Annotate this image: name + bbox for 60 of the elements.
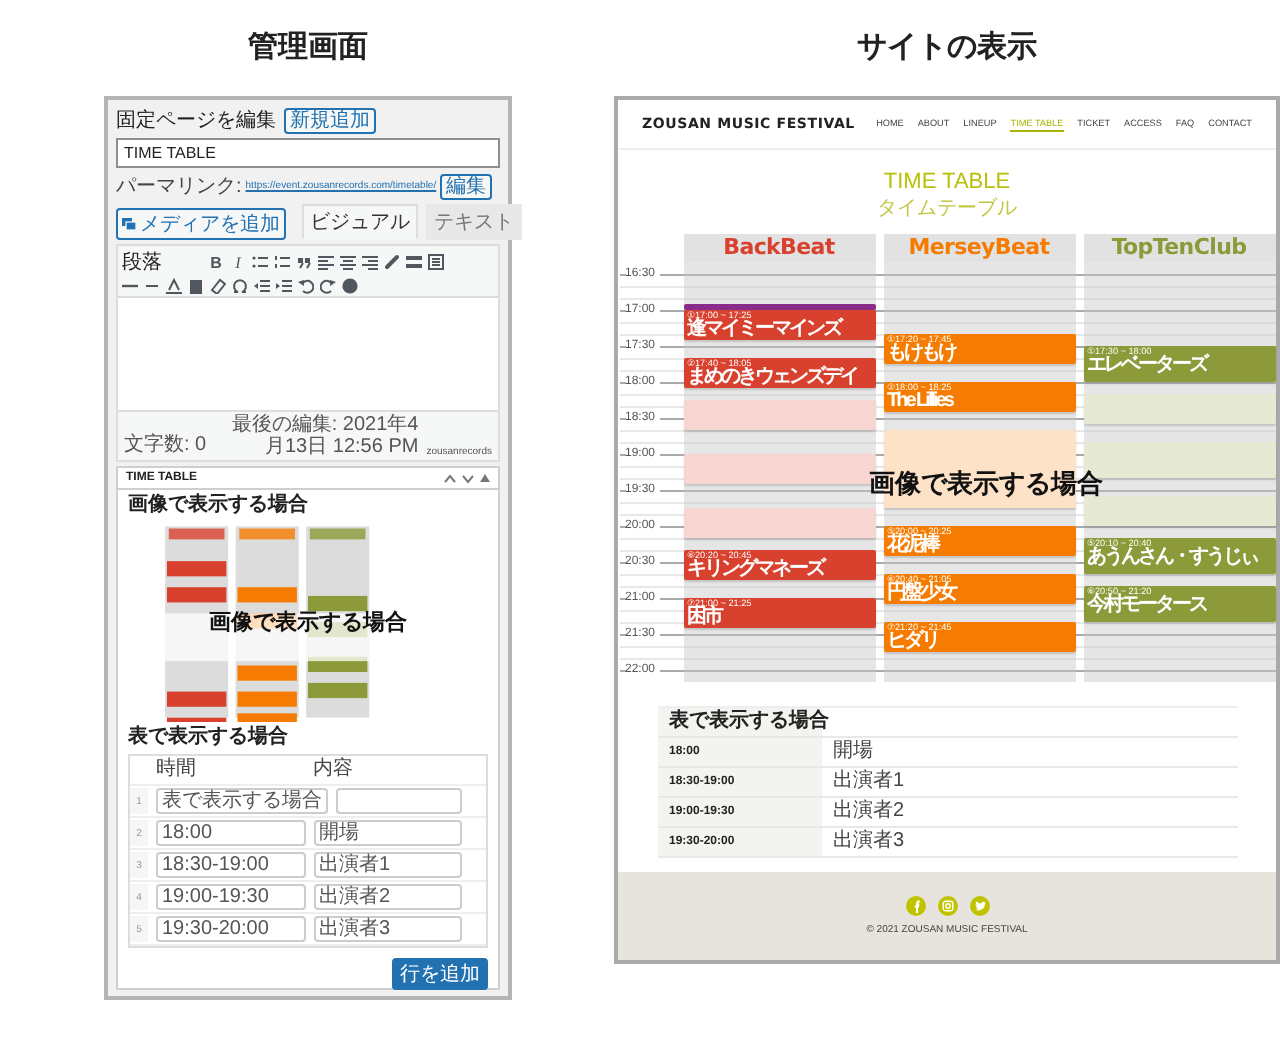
collapse-icon[interactable] xyxy=(480,474,490,482)
quote-icon[interactable] xyxy=(296,254,312,270)
content-field[interactable] xyxy=(336,788,462,814)
content-field[interactable]: 出演者3 xyxy=(313,916,462,942)
text-color-icon[interactable] xyxy=(166,278,182,294)
align-right-icon[interactable] xyxy=(362,254,378,270)
editor-tab[interactable]: ビジュアル xyxy=(302,204,418,240)
redo-icon[interactable] xyxy=(320,278,336,294)
time-field[interactable]: 19:30-20:00 xyxy=(156,916,305,942)
word-count: 文字数: 0 xyxy=(124,431,207,458)
section-subtitle: タイムテーブル xyxy=(875,195,1019,222)
last-edited: 最後の編集: 2021年4月13日 12:56 PM xyxy=(229,414,419,458)
content-cell-text: 出演者2 xyxy=(831,798,907,826)
section-title: TIME TABLE xyxy=(881,170,1013,194)
stage-name: MerseyBeat xyxy=(883,234,1075,262)
table-section-label: 表で表示する場合 xyxy=(128,726,290,750)
content-field[interactable]: 出演者1 xyxy=(313,852,462,878)
format-button[interactable]: B xyxy=(208,253,224,271)
format-select[interactable]: 段落 xyxy=(122,248,202,276)
time-field[interactable]: 19:00-19:30 xyxy=(156,884,305,910)
edit-button[interactable]: 編集 xyxy=(440,173,493,199)
numbered-list-icon[interactable] xyxy=(274,254,290,270)
column-header: 時間 xyxy=(156,758,198,782)
format-button[interactable]: I xyxy=(230,253,246,271)
add-new-button[interactable]: 新規追加 xyxy=(284,107,376,133)
image-overlay-label: 画像で表示する場合 xyxy=(209,608,407,637)
image-overlay-label: 画像で表示する場合 xyxy=(869,466,1104,503)
eraser-icon[interactable] xyxy=(210,278,226,294)
stage-name: TopTenClub xyxy=(1083,234,1275,262)
time-field[interactable]: 18:30-19:00 xyxy=(156,852,305,878)
stage-name: BackBeat xyxy=(683,234,875,262)
media-icon xyxy=(122,218,136,230)
image-section-label: 画像で表示する場合 xyxy=(128,494,310,518)
omega-icon[interactable] xyxy=(232,278,248,294)
align-left-icon[interactable] xyxy=(318,254,334,270)
time-field[interactable]: 18:00 xyxy=(156,820,305,846)
site-heading: サイトの表示 xyxy=(855,28,1039,68)
content-cell-text: 開場 xyxy=(831,738,875,766)
admin-heading: 管理画面 xyxy=(246,28,370,68)
editor-tab[interactable]: テキスト xyxy=(426,204,522,240)
chevron-down-icon[interactable] xyxy=(462,473,474,483)
time-field[interactable]: 表で表示する場合 xyxy=(156,788,328,814)
undo-icon[interactable] xyxy=(298,278,314,294)
align-center-icon[interactable] xyxy=(340,254,356,270)
toolbar-toggle-icon[interactable] xyxy=(428,254,444,270)
add-media-button[interactable]: メディアを追加 xyxy=(116,208,286,240)
permalink-label: パーマリンク: xyxy=(116,174,242,200)
add-row-button[interactable]: 行を追加 xyxy=(392,958,488,990)
content-cell-text: 出演者3 xyxy=(831,828,907,856)
read-more-icon[interactable] xyxy=(406,254,422,270)
content-cell-text: 出演者1 xyxy=(831,768,907,796)
page-title: 固定ページを編集 xyxy=(116,107,276,134)
chevron-up-icon[interactable] xyxy=(444,473,456,483)
title-field[interactable]: TIME TABLE xyxy=(116,138,500,168)
bullet-list-icon[interactable] xyxy=(252,254,268,270)
column-header: 内容 xyxy=(313,758,355,782)
indent-icon[interactable] xyxy=(276,278,292,294)
content-field[interactable]: 開場 xyxy=(313,820,462,846)
outdent-icon[interactable] xyxy=(254,278,270,294)
content-field[interactable]: 出演者2 xyxy=(313,884,462,910)
